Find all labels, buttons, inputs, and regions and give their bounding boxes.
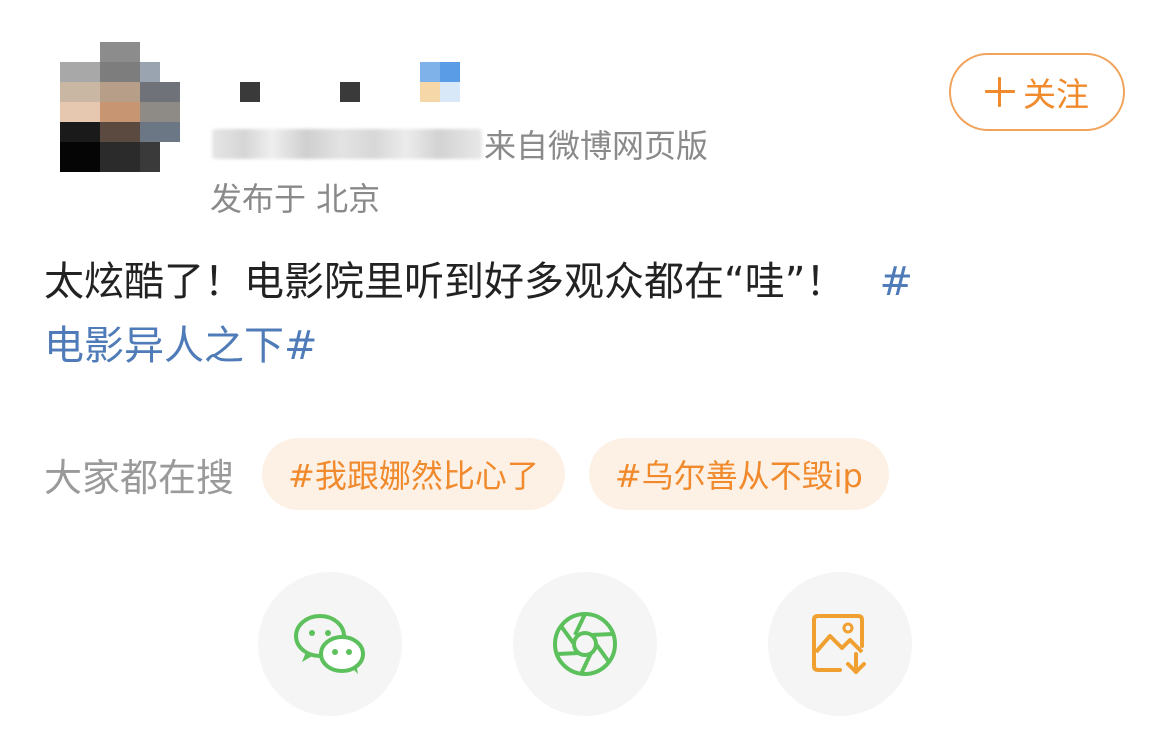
save-image-button[interactable] (768, 572, 912, 716)
post-text: 太炫酷了！电影院里听到好多观众都在“哇”！ (44, 259, 846, 305)
hot-search-chip[interactable]: #乌尔善从不毁ip (588, 438, 889, 510)
username[interactable] (236, 60, 476, 102)
post-meta: 来自微博网页版 (212, 124, 709, 165)
avatar[interactable] (60, 42, 180, 172)
hashtag-link-start[interactable]: # (879, 259, 913, 305)
share-moments-button[interactable] (513, 572, 657, 716)
post-location: 发布于 北京 (210, 180, 381, 218)
hot-search-row: 大家都在搜 #我跟娜然比心了 #乌尔善从不毁ip (44, 437, 913, 511)
post-time-redacted (212, 129, 482, 159)
moments-icon (553, 612, 617, 676)
wechat-icon (294, 614, 365, 674)
share-wechat-button[interactable] (258, 572, 402, 716)
post-body: 太炫酷了！电影院里听到好多观众都在“哇”！ # 电影异人之下# (44, 250, 1124, 378)
follow-button[interactable]: 关注 (949, 53, 1125, 131)
hashtag-link[interactable]: 电影异人之下# (44, 314, 1124, 378)
save-image-icon (812, 614, 866, 674)
follow-button-label: 关注 (1023, 75, 1089, 114)
hot-search-label: 大家都在搜 (44, 455, 235, 500)
post-source: 来自微博网页版 (484, 127, 709, 165)
plus-icon (985, 77, 1015, 107)
weibo-post-card: 来自微博网页版 发布于 北京 关注 太炫酷了！电影院里听到好多观众都在“哇”！ #… (0, 0, 1170, 753)
hot-search-chip[interactable]: #我跟娜然比心了 (262, 438, 565, 510)
